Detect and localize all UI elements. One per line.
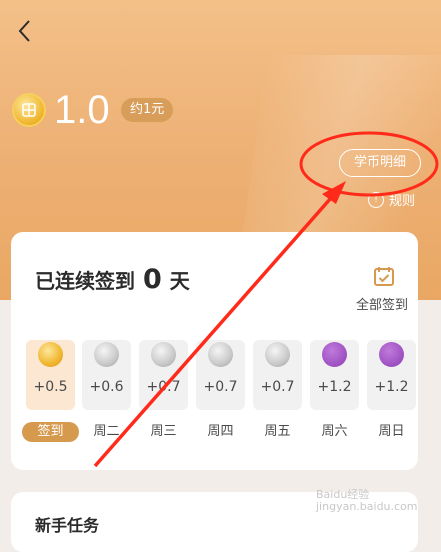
checkin-button[interactable]: 签到 [22,422,79,442]
day-item: +0.7 周五 [253,340,302,442]
day-reward: +0.7 [260,379,295,395]
silver-coin-icon [265,342,290,367]
day-tile: +0.5 [26,340,75,410]
day-label: 周四 [207,424,234,439]
day-item: +1.2 周日 [367,340,416,442]
day-reward: +0.7 [203,379,238,395]
rules-label: 规则 [389,194,416,209]
watermark: Baidu经验 jingyan.baidu.com [316,489,418,513]
day-tile: +0.7 [253,340,302,410]
day-item[interactable]: +0.5 签到 [22,340,79,442]
gold-coin-icon [38,342,63,367]
day-label: 周日 [378,424,405,439]
day-tile: +0.7 [196,340,245,410]
watermark-line2: jingyan.baidu.com [316,500,418,513]
coin-detail-button[interactable]: 学币明细 [339,149,421,177]
silver-coin-icon [151,342,176,367]
tasks-title: 新手任务 [35,516,100,535]
day-label: 周五 [264,424,291,439]
rules-link[interactable]: ! 规则 [368,190,415,209]
approx-value-badge: 约1元 [121,98,174,122]
day-tile: +1.2 [310,340,359,410]
day-reward: +0.6 [89,379,124,395]
day-tile: +0.6 [82,340,131,410]
day-item: +1.2 周六 [310,340,359,442]
streak-count: 0 [143,264,162,295]
checkin-days: +0.5 签到 +0.6 周二 +0.7 周三 +0.7 周四 +0.7 周五 … [22,340,416,450]
day-label: 周二 [93,424,120,439]
day-item: +0.6 周二 [82,340,131,442]
day-item: +0.7 周三 [139,340,188,442]
coin-icon [12,93,46,127]
day-label: 周六 [321,424,348,439]
checkin-card: 已连续签到 0 天 全部签到 +0.5 签到 +0.6 周二 +0.7 周三 +… [11,232,418,470]
streak-title: 已连续签到 0 天 [35,264,190,295]
calendar-check-icon[interactable] [373,265,395,287]
info-icon: ! [368,191,384,208]
gift-icon [322,342,347,367]
streak-suffix: 天 [169,269,190,293]
day-label: 周三 [150,424,177,439]
coin-balance: 1.0 [54,88,110,132]
day-item: +0.7 周四 [196,340,245,442]
gift-icon [379,342,404,367]
all-checkin-link[interactable]: 全部签到 [356,294,408,313]
day-reward: +1.2 [374,379,409,395]
chevron-left-icon [18,20,30,42]
day-reward: +1.2 [317,379,352,395]
day-tile: +0.7 [139,340,188,410]
streak-prefix: 已连续签到 [35,269,135,293]
silver-coin-icon [208,342,233,367]
day-reward: +0.7 [146,379,181,395]
back-button[interactable] [12,14,40,48]
silver-coin-icon [94,342,119,367]
day-tile: +1.2 [367,340,416,410]
day-reward: +0.5 [33,379,68,395]
